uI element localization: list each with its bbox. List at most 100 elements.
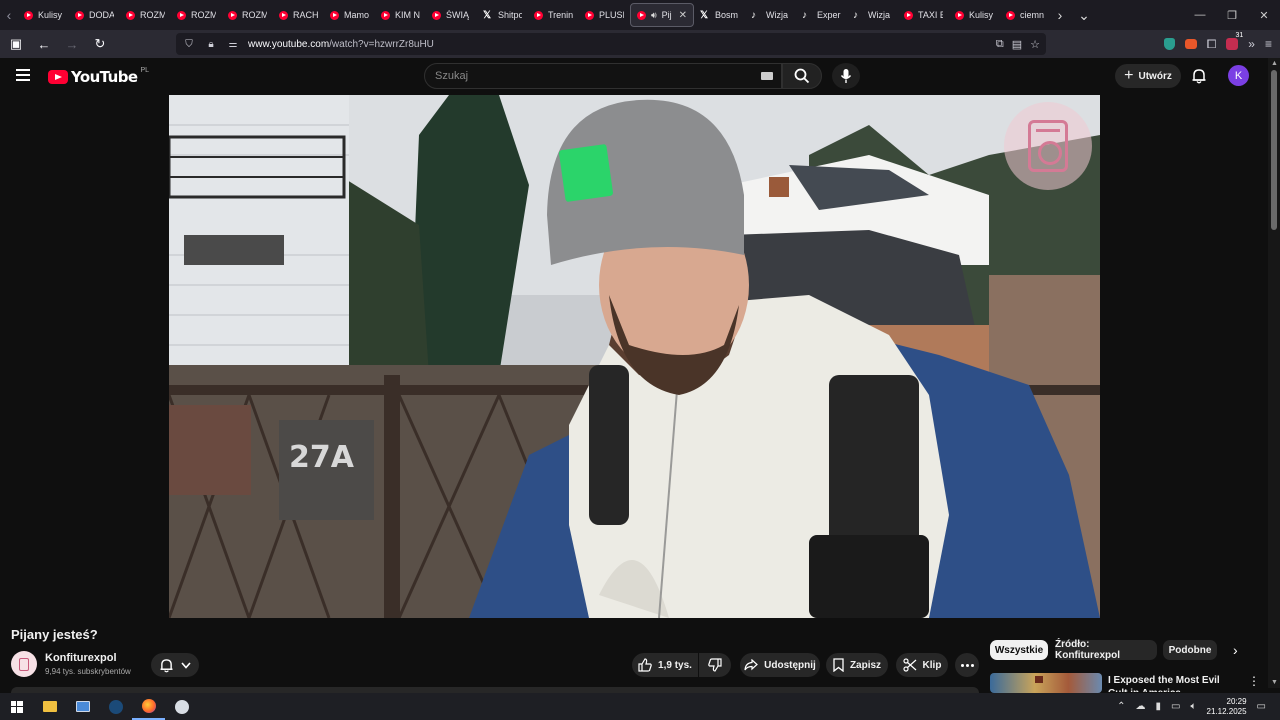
browser-tab[interactable]: Mamo [324,3,375,27]
chip-from-channel[interactable]: Źródło: Konfiturexpol [1055,639,1157,661]
channel-avatar[interactable] [11,651,37,677]
page-scrollbar[interactable]: ▲ ▼ [1268,58,1280,688]
browser-tab[interactable]: ROZM [222,3,273,27]
extension-badge-count: 31 [1235,32,1244,39]
browser-tab[interactable]: 𝕏 Shitpo [477,3,528,27]
browser-tab[interactable]: Kulisy [18,3,69,27]
close-window-icon[interactable]: ✕ [1248,9,1280,22]
browser-tab[interactable]: ♪ Wizja [745,3,796,27]
browser-tab[interactable]: ciemn [1000,3,1051,27]
browser-tab[interactable]: ROZM [171,3,222,27]
video-player[interactable]: 27A [169,95,1100,618]
like-button[interactable]: 1,9 tys. [632,653,698,677]
tab-list-dropdown-icon[interactable]: ⌄ [1075,7,1093,24]
save-button[interactable]: Zapisz [826,653,888,677]
channel-name[interactable]: Konfiturexpol [45,652,117,664]
file-explorer-icon[interactable] [33,693,66,720]
dislike-button[interactable] [699,653,731,677]
watermark-logo-icon [1028,120,1068,172]
pip-icon[interactable]: ⧉ [996,38,1004,51]
chip-related[interactable]: Podobne [1163,640,1217,660]
sidebar-toggle-icon[interactable]: ▣ [4,32,28,56]
shield-extension-icon[interactable] [1163,38,1175,50]
browser-tab[interactable]: TAXI E [898,3,949,27]
speaker-icon[interactable]: 🔈︎ [1191,701,1197,712]
browser-tab[interactable]: KIM N [375,3,426,27]
account-avatar[interactable]: K [1228,65,1249,86]
browser-tab[interactable]: Trenin [528,3,579,27]
scroll-up-icon[interactable]: ▲ [1271,60,1278,67]
tabs-scroll-left-icon[interactable]: ‹ [0,7,18,23]
channel-watermark[interactable] [1004,102,1092,190]
network-icon[interactable]: ▭ [1171,701,1180,712]
browser-tab[interactable]: ŚWIĄ [426,3,477,27]
tray-expand-icon[interactable]: ⌃ [1117,701,1125,712]
minimize-icon[interactable]: — [1184,9,1216,21]
hamburger-menu-icon[interactable] [16,69,30,81]
browser-tab[interactable]: 🔊︎ Pija ✕ [630,3,694,27]
steam-icon[interactable] [99,693,132,720]
youtube-favicon-icon [177,10,186,20]
youtube-logo[interactable]: YouTube PL [48,67,149,86]
share-button[interactable]: Udostępnij [740,653,820,677]
url-text[interactable]: www.youtube.com/watch?v=hzwrrZr8uHU [248,39,434,50]
tab-title: RACH [293,10,318,20]
reload-icon[interactable]: ↻ [88,32,112,56]
firefox-icon[interactable] [132,693,165,720]
tab-title: PLUSI [599,10,624,20]
tracking-shield-icon[interactable]: ⛉ [180,39,198,50]
voice-search-button[interactable] [832,63,860,89]
search-input[interactable]: Szukaj [424,63,782,89]
more-actions-button[interactable] [955,653,979,677]
back-icon[interactable]: ← [32,32,56,56]
app-menu-icon[interactable]: ≡ [1265,37,1272,51]
remote-desktop-icon[interactable] [66,693,99,720]
fox-extension-icon[interactable] [1184,39,1197,49]
app-icon[interactable] [165,693,198,720]
cloud-icon[interactable]: ☁ [1136,701,1146,712]
subscription-bell-button[interactable] [151,653,199,677]
notifications-icon[interactable]: ▭ [1257,701,1266,712]
start-button[interactable] [0,693,33,720]
chip-all[interactable]: Wszystkie [990,640,1048,660]
browser-tab[interactable]: DODA [69,3,120,27]
reader-view-icon[interactable]: ▤ [1012,38,1022,51]
restore-icon[interactable]: ❐ [1216,9,1248,22]
browser-tab[interactable]: 𝕏 Bosm [694,3,745,27]
tabs-scroll-right-icon[interactable]: › [1051,7,1069,23]
youtube-favicon-icon [75,10,84,20]
extensions-puzzle-icon[interactable]: ⧠ [1207,37,1217,52]
search-button[interactable] [782,63,822,89]
scrollbar-thumb[interactable] [1271,70,1277,230]
chips-next-icon[interactable]: › [1233,642,1238,658]
create-label: Utwórz [1138,70,1172,82]
address-bar[interactable]: ⛉ 🔒︎ ⚌ www.youtube.com/watch?v=hzwrrZr8u… [176,33,1046,55]
clip-button[interactable]: Klip [896,653,948,677]
usb-icon[interactable]: ▮ [1156,701,1162,712]
browser-tab[interactable]: Kulisy [949,3,1000,27]
scroll-down-icon[interactable]: ▼ [1271,679,1278,686]
create-button[interactable]: + Utwórz [1115,64,1181,88]
notifications-bell-icon[interactable] [1190,67,1208,85]
browser-tab[interactable]: PLUSI [579,3,630,27]
keyboard-icon[interactable] [761,72,773,80]
tab-close-icon[interactable]: ✕ [679,10,687,21]
browser-tab[interactable]: RACH [273,3,324,27]
clock[interactable]: 20:29 21.12.2025 [1207,697,1247,717]
browser-tab[interactable]: ♪ Experi [796,3,847,27]
tab-audio-icon[interactable]: 🔊︎ [651,10,657,21]
bookmark-star-icon[interactable]: ☆ [1030,38,1040,51]
tab-title: Bosm [715,10,739,20]
lock-icon[interactable]: 🔒︎ [202,39,220,50]
recommended-menu-icon[interactable]: ⋮ [1248,674,1260,688]
recommended-thumbnail[interactable] [990,673,1102,693]
recommended-title[interactable]: I Exposed the Most Evil Cult in America [1108,674,1238,692]
browser-tab[interactable]: ROZM [120,3,171,27]
permissions-icon[interactable]: ⚌ [224,39,242,50]
badge-extension-icon[interactable]: 31 [1226,32,1243,50]
overflow-chevrons-icon[interactable]: » [1248,37,1255,51]
share-arrow-icon [744,659,759,671]
forward-icon[interactable]: → [60,32,84,56]
browser-tab[interactable]: ♪ Wizja [847,3,898,27]
tab-title: Experi [817,10,841,20]
